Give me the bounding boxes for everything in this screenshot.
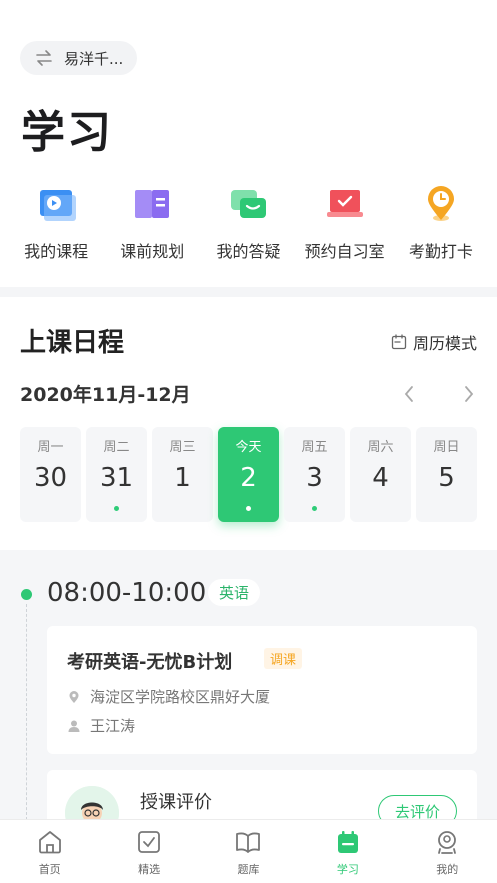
day-date: 31: [99, 463, 134, 493]
day-date: 1: [174, 463, 191, 493]
quick-action-study-room[interactable]: 预约自习室: [299, 182, 391, 262]
tab-study[interactable]: 学习: [308, 820, 388, 883]
tab-label: 学习: [336, 863, 359, 876]
clock-pin-icon: [419, 182, 463, 226]
chevron-right-icon: [465, 386, 474, 402]
swap-icon: [36, 50, 52, 66]
person-icon: [68, 720, 80, 732]
calendar-mode-icon: [391, 334, 407, 350]
day-name: 周六: [367, 440, 394, 455]
chat-bubbles-icon: [226, 182, 270, 226]
timeline-dot: [21, 589, 32, 600]
day-cell[interactable]: 周二 31: [86, 427, 147, 522]
day-cell[interactable]: 周一 30: [20, 427, 81, 522]
check-square-icon: [138, 831, 160, 853]
month-range: 2020年11月-12月: [20, 384, 191, 406]
lesson-card[interactable]: 考研英语-无忧B计划 调课 海淀区学院路校区鼎好大厦 王江涛: [47, 626, 477, 754]
day-date: 2: [240, 463, 257, 493]
quick-action-label: 预约自习室: [304, 242, 385, 261]
day-name: 今天: [235, 440, 262, 455]
schedule-title: 上课日程: [20, 328, 125, 358]
quick-actions: 我的课程 课前规划 我的答疑 预约自习室 考勤打卡: [0, 182, 497, 262]
subject-tag: 英语: [208, 579, 261, 606]
reschedule-badge: 调课: [264, 648, 303, 669]
quick-action-my-questions[interactable]: 我的答疑: [202, 182, 294, 262]
week-nav: [401, 382, 477, 406]
tab-featured[interactable]: 精选: [109, 820, 189, 883]
lesson-location: 海淀区学院路校区鼎好大厦: [90, 688, 271, 706]
tab-question-bank[interactable]: 题库: [208, 820, 288, 883]
lesson-teacher: 王江涛: [90, 717, 136, 735]
tab-mine[interactable]: 我的: [407, 820, 487, 883]
tab-label: 首页: [38, 863, 61, 876]
class-indicator-dot: [246, 506, 251, 511]
user-badge-icon: [438, 831, 457, 854]
open-book-icon: [236, 832, 261, 853]
day-date: 4: [372, 463, 389, 493]
calendar-icon: [337, 831, 358, 853]
laptop-check-icon: [323, 182, 367, 226]
tab-label: 精选: [138, 863, 161, 876]
tab-label: 题库: [237, 863, 260, 876]
lesson-location-row: 海淀区学院路校区鼎好大厦: [67, 686, 270, 707]
class-indicator-dot: [114, 506, 119, 511]
day-cell[interactable]: 今天 2: [218, 427, 279, 522]
quick-action-attendance[interactable]: 考勤打卡: [395, 182, 487, 262]
quick-action-my-courses[interactable]: 我的课程: [10, 182, 102, 262]
timeline-line: [26, 604, 27, 820]
day-date: 3: [306, 463, 323, 493]
class-indicator-dot: [312, 506, 317, 511]
lesson-time: 08:00-10:00: [47, 578, 207, 608]
video-course-icon: [34, 182, 78, 226]
quick-action-label: 课前规划: [120, 242, 185, 261]
week-mode-toggle[interactable]: 周历模式: [391, 330, 477, 354]
day-date: 5: [438, 463, 455, 493]
tab-home[interactable]: 首页: [10, 820, 90, 883]
book-plan-icon: [130, 182, 174, 226]
day-cell[interactable]: 周五 3: [284, 427, 345, 522]
evaluation-title: 授课评价: [140, 792, 212, 813]
lesson-title: 考研英语-无忧B计划: [67, 652, 233, 673]
location-pin-icon: [69, 690, 79, 703]
next-week-button[interactable]: [461, 382, 477, 406]
quick-action-pre-class-plan[interactable]: 课前规划: [106, 182, 198, 262]
week-day-strip: 周一 30 周二 31 周三 1 今天 2 周五 3 周六 4 周日 5: [20, 427, 477, 522]
day-cell[interactable]: 周六 4: [350, 427, 411, 522]
account-switcher[interactable]: 易洋千...: [20, 41, 138, 75]
switcher-label: 易洋千...: [64, 49, 124, 68]
chevron-left-icon: [404, 386, 413, 402]
day-name: 周一: [37, 440, 64, 455]
day-name: 周三: [169, 440, 196, 455]
section-divider: [0, 287, 497, 297]
home-icon: [38, 831, 61, 854]
day-name: 周五: [301, 440, 328, 455]
day-date: 30: [33, 463, 68, 493]
day-cell[interactable]: 周日 5: [416, 427, 477, 522]
day-name: 周二: [103, 440, 130, 455]
tab-label: 我的: [436, 863, 459, 876]
lesson-teacher-row: 王江涛: [67, 715, 135, 736]
week-mode-label: 周历模式: [412, 334, 477, 353]
bottom-tab-bar: 首页 精选 题库 学习 我的: [0, 819, 497, 883]
prev-week-button[interactable]: [401, 382, 417, 406]
quick-action-label: 考勤打卡: [408, 242, 473, 261]
day-cell[interactable]: 周三 1: [152, 427, 213, 522]
quick-action-label: 我的答疑: [216, 242, 281, 261]
day-name: 周日: [433, 440, 460, 455]
page-title: 学习: [21, 107, 113, 158]
quick-action-label: 我的课程: [24, 242, 89, 261]
